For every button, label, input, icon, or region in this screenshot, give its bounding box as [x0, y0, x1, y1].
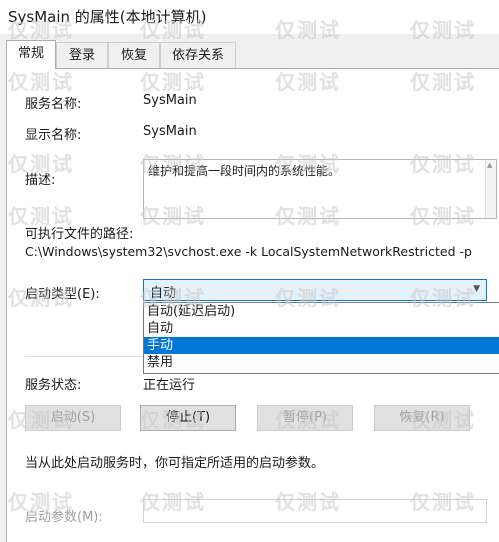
exe-path-value: C:\Windows\system32\svchost.exe -k Local… [25, 244, 472, 259]
startup-option-manual[interactable]: 手动 [144, 337, 499, 354]
tab-general[interactable]: 常规 [6, 40, 56, 69]
stop-button[interactable]: 停止(T) [140, 405, 236, 431]
description-scrollbar[interactable]: ▲ [485, 160, 496, 218]
tab-recovery[interactable]: 恢复 [108, 42, 160, 68]
startup-option-auto[interactable]: 自动 [144, 320, 499, 337]
startup-type-dropdown: 自动(延迟启动) 自动 手动 禁用 [143, 302, 499, 374]
description-box[interactable]: 维护和提高一段时间内的系统性能。 ▲ [143, 159, 497, 219]
tab-dependencies[interactable]: 依存关系 [160, 42, 236, 68]
startup-option-delayed[interactable]: 自动(延迟启动) [144, 303, 499, 320]
description-text: 维护和提高一段时间内的系统性能。 [148, 164, 341, 178]
resume-button[interactable]: 恢复(R) [374, 405, 470, 431]
description-label: 描述: [25, 173, 56, 188]
startup-type-selected: 自动 [150, 286, 177, 301]
exe-path-label: 可执行文件的路径: [25, 227, 134, 242]
start-params-hint: 当从此处启动服务时，你可指定所适用的启动参数。 [25, 456, 325, 471]
service-name-value: SysMain [143, 93, 197, 108]
general-panel: 服务名称: SysMain 显示名称: SysMain 描述: 维护和提高一段时… [6, 68, 499, 542]
start-params-input[interactable] [143, 499, 487, 523]
start-params-label: 启动参数(M): [25, 510, 103, 525]
start-button[interactable]: 启动(S) [25, 405, 121, 431]
service-status-value: 正在运行 [143, 378, 196, 393]
chevron-down-icon[interactable]: ▼ [473, 284, 480, 294]
display-name-label: 显示名称: [25, 128, 82, 143]
service-status-label: 服务状态: [25, 378, 82, 393]
startup-type-select[interactable]: 自动 ▼ [143, 279, 487, 301]
pause-button[interactable]: 暂停(P) [257, 405, 353, 431]
tab-logon[interactable]: 登录 [56, 42, 108, 68]
startup-type-label: 启动类型(E): [25, 287, 100, 302]
window-title: SysMain 的属性(本地计算机) [8, 8, 207, 26]
display-name-value: SysMain [143, 124, 197, 139]
service-name-label: 服务名称: [25, 97, 82, 112]
startup-option-disabled[interactable]: 禁用 [144, 354, 499, 371]
scroll-up-icon[interactable]: ▲ [487, 161, 492, 169]
window-title-bar: SysMain 的属性(本地计算机) [0, 0, 499, 34]
